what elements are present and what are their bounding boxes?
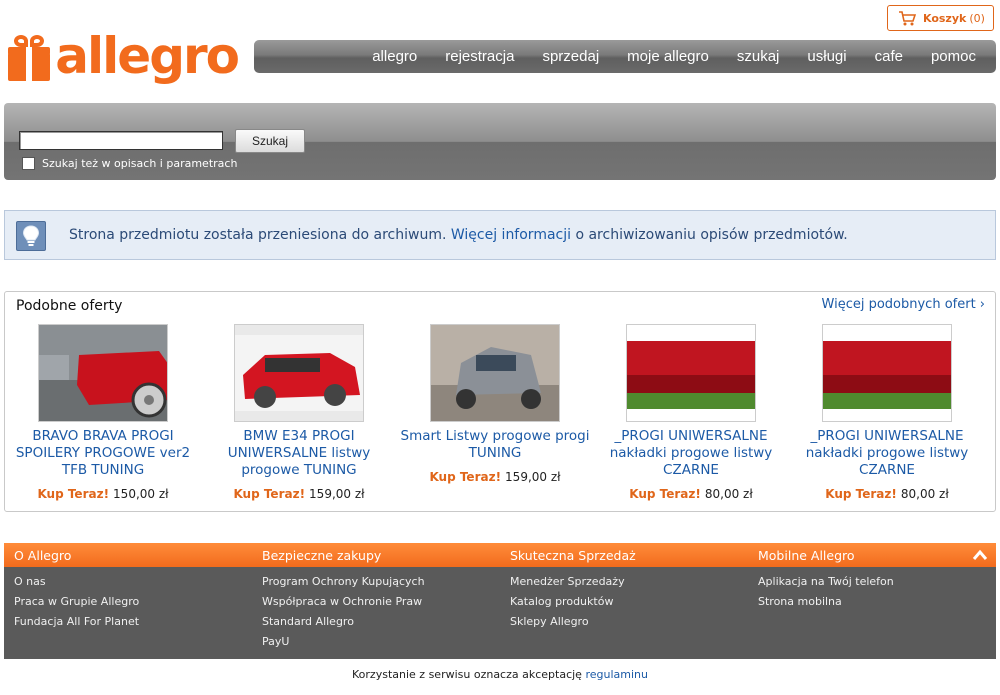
offer-card: BRAVO BRAVA PROGI SPOILERY PROGOWE ver2 … bbox=[8, 324, 198, 501]
footer-link[interactable]: Program Ochrony Kupujących bbox=[262, 572, 425, 592]
footer-column-selling: Menedżer Sprzedaży Katalog produktów Skl… bbox=[510, 572, 625, 632]
offer-price-line: Kup Teraz! 80,00 zł bbox=[596, 487, 786, 501]
archive-notice-text: Strona przedmiotu została przeniesiona d… bbox=[69, 227, 848, 243]
main-nav: allegro rejestracja sprzedaj moje allegr… bbox=[254, 40, 996, 73]
offer-price-line: Kup Teraz! 80,00 zł bbox=[792, 487, 982, 501]
logo-text: allegro bbox=[55, 27, 240, 85]
cart-label: Koszyk bbox=[923, 11, 967, 25]
nav-item-cafe[interactable]: cafe bbox=[875, 48, 903, 65]
footer-link[interactable]: Współpraca w Ochronie Praw bbox=[262, 592, 425, 612]
offer-price-line: Kup Teraz! 150,00 zł bbox=[8, 487, 198, 501]
offer-price: 80,00 zł bbox=[900, 487, 949, 501]
similar-offers-panel: Podobne oferty Więcej podobnych ofert › … bbox=[4, 291, 996, 512]
more-similar-offers-link[interactable]: Więcej podobnych ofert › bbox=[822, 297, 985, 312]
offer-title[interactable]: BMW E34 PROGI UNIWERSALNE listwy progowe… bbox=[204, 428, 394, 479]
offer-title[interactable]: _PROGI UNIWERSALNE nakładki progowe list… bbox=[596, 428, 786, 479]
footer-heading-mobile: Mobilne Allegro bbox=[758, 548, 855, 563]
nav-item-allegro[interactable]: allegro bbox=[372, 48, 417, 65]
footer-link[interactable]: O nas bbox=[14, 572, 139, 592]
buy-now-label: Kup Teraz! bbox=[37, 487, 110, 501]
offer-image[interactable] bbox=[234, 324, 364, 422]
offer-card: _PROGI UNIWERSALNE nakładki progowe list… bbox=[596, 324, 786, 501]
footer-link[interactable]: PayU bbox=[262, 632, 425, 652]
footer-link[interactable]: Praca w Grupie Allegro bbox=[14, 592, 139, 612]
offer-image[interactable] bbox=[38, 324, 168, 422]
buy-now-label: Kup Teraz! bbox=[429, 470, 502, 484]
footer-heading-selling: Skuteczna Sprzedaż bbox=[510, 548, 636, 563]
nav-item-sprzedaj[interactable]: sprzedaj bbox=[542, 48, 599, 65]
offer-title[interactable]: BRAVO BRAVA PROGI SPOILERY PROGOWE ver2 … bbox=[8, 428, 198, 479]
search-input[interactable] bbox=[19, 131, 223, 150]
footer-link[interactable]: Aplikacja na Twój telefon bbox=[758, 572, 894, 592]
footer-column-about: O nas Praca w Grupie Allegro Fundacja Al… bbox=[14, 572, 139, 632]
offer-title[interactable]: Smart Listwy progowe progi TUNING bbox=[400, 428, 590, 462]
offer-card: Smart Listwy progowe progi TUNING Kup Te… bbox=[400, 324, 590, 484]
terms-text: Korzystanie z serwisu oznacza akceptację bbox=[352, 668, 586, 681]
more-info-link[interactable]: Więcej informacji bbox=[451, 227, 571, 243]
search-descriptions-checkbox[interactable] bbox=[22, 157, 35, 170]
footer-links-panel: O nas Praca w Grupie Allegro Fundacja Al… bbox=[4, 567, 996, 659]
footer-link[interactable]: Fundacja All For Planet bbox=[14, 612, 139, 632]
offer-price: 159,00 zł bbox=[505, 470, 561, 484]
footer-heading-safe-shopping: Bezpieczne zakupy bbox=[262, 548, 382, 563]
footer-link[interactable]: Strona mobilna bbox=[758, 592, 894, 612]
footer-heading-about: O Allegro bbox=[14, 548, 72, 563]
similar-offers-title: Podobne oferty bbox=[16, 298, 123, 314]
cart-count: (0) bbox=[969, 11, 985, 25]
nav-item-szukaj[interactable]: szukaj bbox=[737, 48, 780, 65]
offer-title[interactable]: _PROGI UNIWERSALNE nakładki progowe list… bbox=[792, 428, 982, 479]
cart-button[interactable]: Koszyk (0) bbox=[887, 5, 994, 31]
terms-notice: Korzystanie z serwisu oznacza akceptację… bbox=[0, 668, 1000, 681]
search-bar: Szukaj Szukaj też w opisach i parametrac… bbox=[4, 103, 996, 180]
buy-now-label: Kup Teraz! bbox=[233, 487, 306, 501]
buy-now-label: Kup Teraz! bbox=[629, 487, 701, 501]
archive-notice: Strona przedmiotu została przeniesiona d… bbox=[4, 210, 996, 260]
offer-price-line: Kup Teraz! 159,00 zł bbox=[400, 470, 590, 484]
buy-now-label: Kup Teraz! bbox=[825, 487, 897, 501]
offer-card: BMW E34 PROGI UNIWERSALNE listwy progowe… bbox=[204, 324, 394, 501]
offer-price: 159,00 zł bbox=[309, 487, 365, 501]
nav-item-pomoc[interactable]: pomoc bbox=[931, 48, 976, 65]
notice-text-after: o archiwizowaniu opisów przedmiotów. bbox=[571, 227, 848, 243]
search-button[interactable]: Szukaj bbox=[235, 129, 305, 153]
chevron-up-icon[interactable] bbox=[972, 548, 988, 562]
footer-link[interactable]: Menedżer Sprzedaży bbox=[510, 572, 625, 592]
nav-item-uslugi[interactable]: usługi bbox=[807, 48, 846, 65]
footer-column-mobile: Aplikacja na Twój telefon Strona mobilna bbox=[758, 572, 894, 612]
footer-link[interactable]: Katalog produktów bbox=[510, 592, 625, 612]
footer-link[interactable]: Standard Allegro bbox=[262, 612, 425, 632]
offer-image[interactable] bbox=[626, 324, 756, 422]
gift-icon bbox=[8, 35, 50, 81]
offer-price-line: Kup Teraz! 159,00 zł bbox=[204, 487, 394, 501]
footer-column-safe-shopping: Program Ochrony Kupujących Współpraca w … bbox=[262, 572, 425, 652]
nav-item-rejestracja[interactable]: rejestracja bbox=[445, 48, 514, 65]
search-descriptions-label: Szukaj też w opisach i parametrach bbox=[42, 157, 238, 170]
footer-header-bar: O Allegro Bezpieczne zakupy Skuteczna Sp… bbox=[4, 543, 996, 567]
footer-link[interactable]: Sklepy Allegro bbox=[510, 612, 625, 632]
terms-link[interactable]: regulaminu bbox=[585, 668, 648, 681]
offer-price: 80,00 zł bbox=[704, 487, 753, 501]
nav-item-moje-allegro[interactable]: moje allegro bbox=[627, 48, 709, 65]
allegro-logo[interactable]: allegro bbox=[8, 26, 240, 90]
lightbulb-icon bbox=[16, 221, 46, 251]
cart-icon bbox=[899, 10, 916, 25]
offer-price: 150,00 zł bbox=[113, 487, 169, 501]
offer-card: _PROGI UNIWERSALNE nakładki progowe list… bbox=[792, 324, 982, 501]
notice-text-before: Strona przedmiotu została przeniesiona d… bbox=[69, 227, 451, 243]
offer-image[interactable] bbox=[822, 324, 952, 422]
offer-image[interactable] bbox=[430, 324, 560, 422]
